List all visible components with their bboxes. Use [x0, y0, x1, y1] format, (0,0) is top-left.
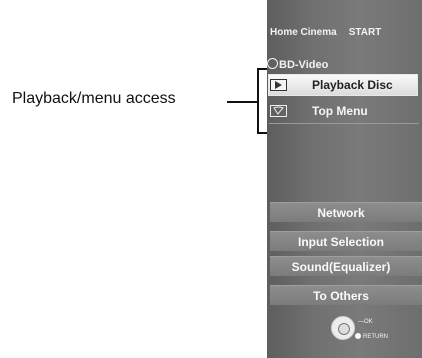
divider: [269, 123, 419, 124]
return-hint: RETURN: [355, 333, 388, 340]
return-label: RETURN: [363, 334, 388, 340]
ok-hint: —OK: [358, 319, 373, 325]
return-dot-icon: [355, 333, 361, 339]
start-label: START: [348, 27, 382, 38]
network-button[interactable]: Network: [270, 202, 422, 222]
menu-item-label: Playback Disc: [312, 78, 393, 92]
input-selection-button[interactable]: Input Selection: [270, 231, 422, 251]
menu-header: Home Cinema START: [270, 27, 381, 38]
disc-icon: [267, 58, 278, 69]
sound-equalizer-button[interactable]: Sound(Equalizer): [270, 256, 422, 276]
dpad-icon: [331, 316, 355, 340]
menu-item-playback-disc[interactable]: Playback Disc: [270, 75, 393, 95]
source-label: BD-Video: [267, 58, 328, 71]
ok-label: OK: [364, 319, 373, 325]
menu-icon: [270, 105, 287, 117]
play-icon: [270, 79, 287, 91]
menu-item-top-menu[interactable]: Top Menu: [270, 101, 368, 121]
menu-title: Home Cinema: [270, 27, 337, 38]
annotation-label: Playback/menu access: [12, 90, 176, 107]
to-others-button[interactable]: To Others: [270, 285, 422, 305]
start-menu-panel: Home Cinema START BD-Video Playback Disc …: [267, 0, 422, 358]
source-name: BD-Video: [279, 59, 329, 71]
menu-item-label: Top Menu: [312, 104, 368, 118]
annotation-leader-line: [227, 101, 257, 103]
annotation-bracket: [257, 68, 267, 134]
